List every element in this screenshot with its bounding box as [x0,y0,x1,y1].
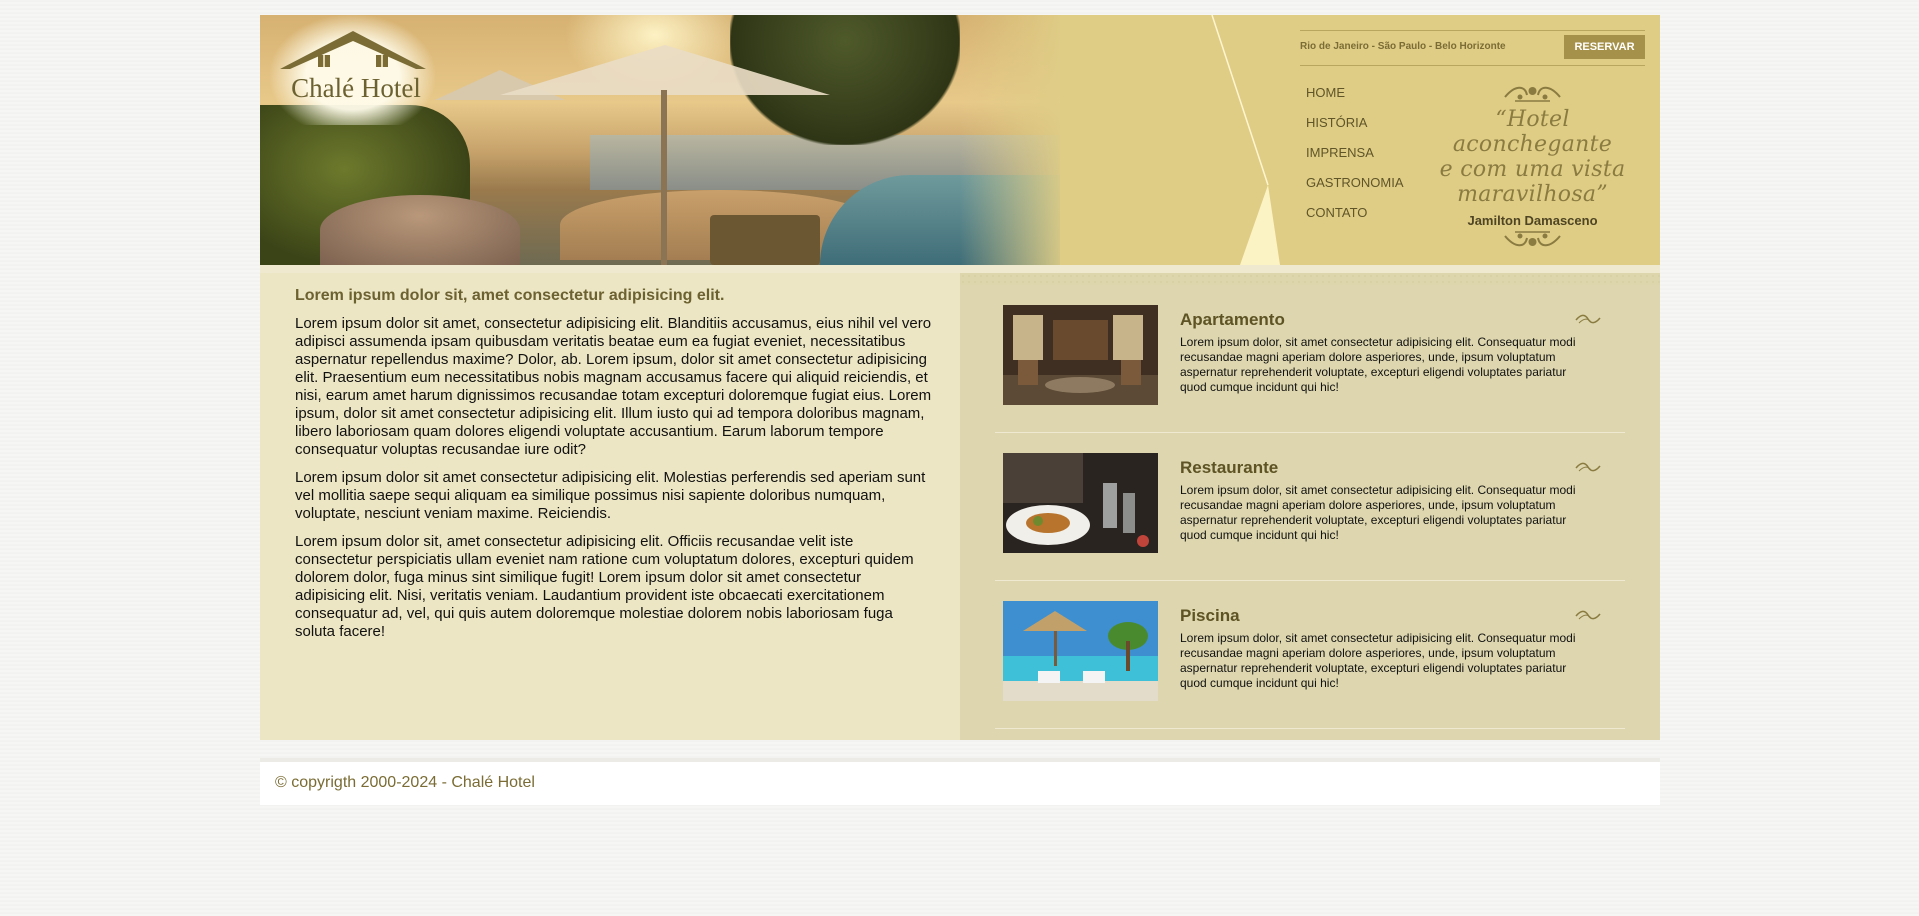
service-description: Lorem ipsum dolor, sit amet consectetur … [1180,631,1576,690]
tilde-ornament-icon [1575,314,1601,324]
copyright-text: © copyrigth 2000-2024 - Chalé Hotel [275,774,535,791]
cities-text: Rio de Janeiro - São Paulo - Belo Horizo… [1300,41,1506,52]
article-title: Lorem ipsum dolor sit, amet consectetur … [295,287,725,304]
ornament-top-icon [1504,86,1561,102]
restaurant-photo [1003,453,1158,553]
decorative-divider [1210,15,1280,265]
service-piscina[interactable]: Piscina Lorem ipsum dolor, sit amet cons… [995,581,1625,729]
page-wrapper: Chalé Hotel Rio de Janeiro - São Paulo -… [260,15,1660,805]
service-title[interactable]: Piscina [1180,606,1240,626]
pool-photo [1003,601,1158,701]
nav-item-gastronomia[interactable]: GASTRONOMIA [1306,175,1404,205]
quote-text: “Hotel aconchegante e com uma vista mara… [1439,107,1626,207]
article-paragraph: Lorem ipsum dolor sit amet consectetur a… [295,469,926,522]
footer: © copyrigth 2000-2024 - Chalé Hotel [260,758,1660,805]
main-nav: HOME HISTÓRIA IMPRENSA GASTRONOMIA CONTA… [1306,85,1404,235]
ornament-bottom-icon [1504,231,1561,247]
service-restaurante[interactable]: Restaurante Lorem ipsum dolor, sit amet … [995,433,1625,581]
tilde-ornament-icon [1575,462,1601,472]
nav-item-contato[interactable]: CONTATO [1306,205,1404,235]
logo-text: Chalé Hotel [291,73,421,103]
header: Chalé Hotel Rio de Janeiro - São Paulo -… [260,15,1660,265]
service-apartamento[interactable]: Apartamento Lorem ipsum dolor, sit amet … [995,285,1625,433]
article-paragraph: Lorem ipsum dolor sit amet, consectetur … [295,315,932,458]
service-title[interactable]: Apartamento [1180,310,1285,330]
nav-item-home[interactable]: HOME [1306,85,1404,115]
reserve-button[interactable]: RESERVAR [1564,35,1645,59]
article-paragraph: Lorem ipsum dolor sit, amet consectetur … [295,533,914,640]
nav-item-historia[interactable]: HISTÓRIA [1306,115,1404,145]
tilde-ornament-icon [1575,610,1601,620]
services-panel: Apartamento Lorem ipsum dolor, sit amet … [960,273,1660,740]
apartment-photo [1003,305,1158,405]
nav-item-imprensa[interactable]: IMPRENSA [1306,145,1404,175]
content: Lorem ipsum dolor sit, amet consectetur … [260,265,1660,740]
top-bar: Rio de Janeiro - São Paulo - Belo Horizo… [1300,30,1645,66]
main-article: Lorem ipsum dolor sit, amet consectetur … [260,273,960,740]
testimonial: “Hotel aconchegante e com uma vista mara… [1415,83,1650,250]
house-roof-icon [280,31,426,69]
logo[interactable]: Chalé Hotel [270,15,435,125]
service-description: Lorem ipsum dolor, sit amet consectetur … [1180,483,1576,542]
service-title[interactable]: Restaurante [1180,458,1278,478]
service-description: Lorem ipsum dolor, sit amet consectetur … [1180,335,1576,394]
quote-author: Jamilton Damasceno [1467,213,1598,228]
